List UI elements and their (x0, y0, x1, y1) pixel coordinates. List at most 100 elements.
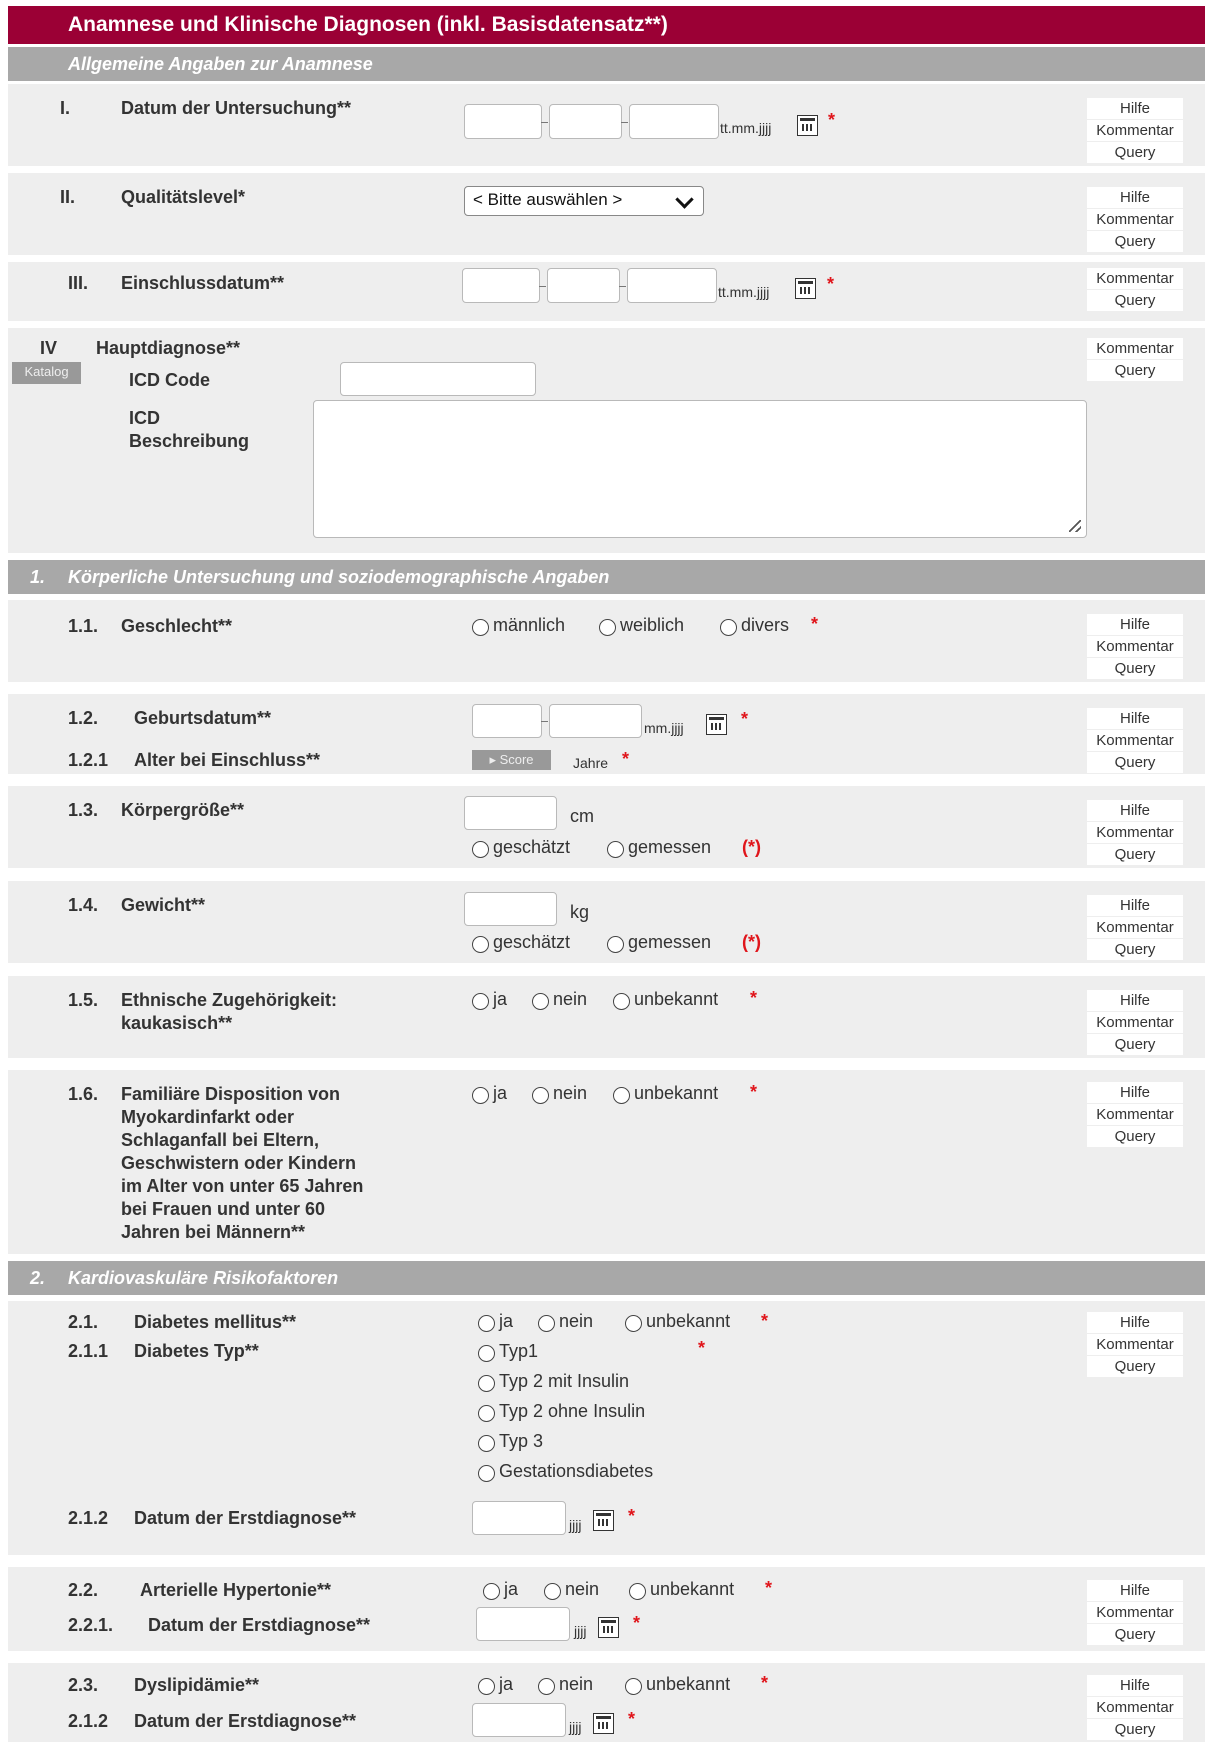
catalog-button[interactable]: Katalog (12, 362, 81, 384)
unit-label: cm (570, 806, 594, 826)
radio-type2-insulin[interactable] (478, 1375, 495, 1392)
radio-measured[interactable] (607, 841, 624, 858)
year-input[interactable] (476, 1607, 570, 1641)
query-button[interactable]: Query (1087, 844, 1183, 865)
radio-no[interactable] (538, 1678, 555, 1695)
query-button[interactable]: Query (1087, 231, 1183, 252)
weight-input[interactable] (464, 892, 557, 926)
month-input[interactable] (549, 104, 622, 139)
row-number: 2.1.1 (68, 1341, 109, 1361)
radio-label: Typ1 (499, 1341, 539, 1361)
help-button[interactable]: Hilfe (1087, 708, 1183, 729)
calendar-icon[interactable] (795, 278, 816, 299)
year-input[interactable] (472, 1501, 566, 1535)
month-input[interactable] (547, 268, 620, 303)
query-button[interactable]: Query (1087, 939, 1183, 960)
radio-yes[interactable] (472, 993, 489, 1010)
year-input[interactable] (549, 704, 642, 738)
date-separator (541, 721, 548, 722)
month-input[interactable] (472, 704, 542, 738)
radio-no[interactable] (532, 1087, 549, 1104)
query-button[interactable]: Query (1087, 1719, 1183, 1740)
required-marker: * (741, 709, 749, 729)
radio-yes[interactable] (478, 1315, 495, 1332)
query-button[interactable]: Query (1087, 1034, 1183, 1055)
radio-type2-no-insulin[interactable] (478, 1405, 495, 1422)
help-button[interactable]: Hilfe (1087, 1580, 1183, 1601)
help-button[interactable]: Hilfe (1087, 98, 1183, 119)
comment-button[interactable]: Kommentar (1087, 120, 1183, 141)
radio-diverse[interactable] (720, 619, 737, 636)
comment-button[interactable]: Kommentar (1087, 1697, 1183, 1718)
query-button[interactable]: Query (1087, 142, 1183, 163)
field-label: Myokardinfarkt oder (121, 1107, 295, 1127)
comment-button[interactable]: Kommentar (1087, 1012, 1183, 1033)
comment-button[interactable]: Kommentar (1087, 1334, 1183, 1355)
radio-female[interactable] (599, 619, 616, 636)
radio-estimated[interactable] (472, 841, 489, 858)
help-button[interactable]: Hilfe (1087, 990, 1183, 1011)
resize-grip-icon[interactable] (1069, 520, 1081, 532)
query-button[interactable]: Query (1087, 360, 1183, 381)
query-button[interactable]: Query (1087, 290, 1183, 311)
day-input[interactable] (464, 104, 542, 139)
calendar-icon[interactable] (797, 115, 818, 136)
comment-button[interactable]: Kommentar (1087, 209, 1183, 230)
calendar-icon[interactable] (598, 1617, 619, 1638)
quality-level-select[interactable]: < Bitte auswählen > (464, 186, 704, 216)
field-label: Dyslipidämie** (134, 1675, 260, 1695)
comment-button[interactable]: Kommentar (1087, 636, 1183, 657)
radio-no[interactable] (544, 1583, 561, 1600)
comment-button[interactable]: Kommentar (1087, 730, 1183, 751)
radio-type3[interactable] (478, 1435, 495, 1452)
radio-gestational[interactable] (478, 1465, 495, 1482)
icd-description-textarea[interactable] (313, 400, 1087, 538)
help-button[interactable]: Hilfe (1087, 1312, 1183, 1333)
radio-estimated[interactable] (472, 936, 489, 953)
radio-yes[interactable] (483, 1583, 500, 1600)
radio-unknown[interactable] (625, 1678, 642, 1695)
row-actions: Hilfe Kommentar Query (1087, 1580, 1183, 1646)
year-input[interactable] (629, 104, 719, 139)
height-input[interactable] (464, 796, 557, 830)
comment-button[interactable]: Kommentar (1087, 338, 1183, 359)
query-button[interactable]: Query (1087, 752, 1183, 773)
help-button[interactable]: Hilfe (1087, 800, 1183, 821)
query-button[interactable]: Query (1087, 1356, 1183, 1377)
radio-unknown[interactable] (613, 993, 630, 1010)
radio-type1[interactable] (478, 1345, 495, 1362)
radio-no[interactable] (538, 1315, 555, 1332)
calendar-icon[interactable] (593, 1713, 614, 1734)
comment-button[interactable]: Kommentar (1087, 822, 1183, 843)
icd-code-input[interactable] (340, 362, 536, 396)
help-button[interactable]: Hilfe (1087, 187, 1183, 208)
calendar-icon[interactable] (593, 1510, 614, 1531)
comment-button[interactable]: Kommentar (1087, 268, 1183, 289)
score-button[interactable]: ▸ Score (472, 750, 551, 770)
year-input[interactable] (472, 1703, 566, 1737)
calendar-icon[interactable] (706, 714, 727, 735)
radio-label: gemessen (628, 932, 712, 952)
help-button[interactable]: Hilfe (1087, 895, 1183, 916)
day-input[interactable] (462, 268, 540, 303)
help-button[interactable]: Hilfe (1087, 614, 1183, 635)
radio-yes[interactable] (472, 1087, 489, 1104)
query-button[interactable]: Query (1087, 658, 1183, 679)
query-button[interactable]: Query (1087, 1126, 1183, 1147)
radio-measured[interactable] (607, 936, 624, 953)
comment-button[interactable]: Kommentar (1087, 917, 1183, 938)
comment-button[interactable]: Kommentar (1087, 1602, 1183, 1623)
radio-unknown[interactable] (629, 1583, 646, 1600)
help-button[interactable]: Hilfe (1087, 1675, 1183, 1696)
year-input[interactable] (627, 268, 717, 303)
field-label: bei Frauen und unter 60 (121, 1199, 326, 1219)
query-button[interactable]: Query (1087, 1624, 1183, 1645)
help-button[interactable]: Hilfe (1087, 1082, 1183, 1103)
row-exam-date: I. Datum der Untersuchung** tt.mm.jjjj *… (8, 84, 1205, 166)
radio-unknown[interactable] (613, 1087, 630, 1104)
radio-male[interactable] (472, 619, 489, 636)
comment-button[interactable]: Kommentar (1087, 1104, 1183, 1125)
radio-no[interactable] (532, 993, 549, 1010)
radio-unknown[interactable] (625, 1315, 642, 1332)
radio-yes[interactable] (478, 1678, 495, 1695)
